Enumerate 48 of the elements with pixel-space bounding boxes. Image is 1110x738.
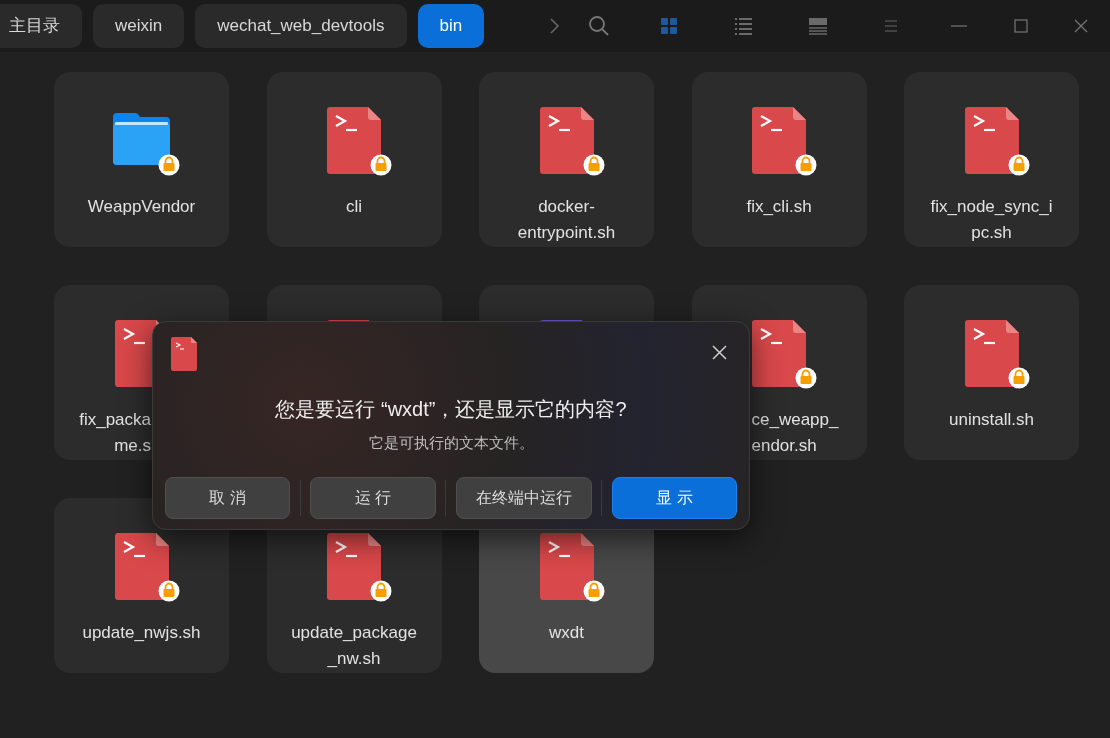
dialog-title: 您是要运行 “wxdt”，还是显示它的内容? [274, 397, 628, 422]
terminal-file-icon [327, 533, 381, 600]
file-name: fix_cli.sh [746, 196, 812, 218]
file-name: ce_weapp_ [751, 409, 840, 431]
dialog-message: 它是可执行的文本文件。 [367, 433, 535, 453]
terminal-file-icon [964, 320, 1019, 387]
file-name: fix_packa [78, 409, 151, 431]
file-name: WeappVendor [87, 196, 196, 218]
breadcrumb-button[interactable]: weixin [93, 4, 185, 48]
list-view-icon[interactable] [734, 16, 753, 36]
maximize-icon[interactable] [1014, 19, 1029, 33]
terminal-file-icon [752, 320, 806, 387]
file-name: update_nwjs.sh [82, 622, 201, 644]
dialog-button[interactable]: 在终端中运行 [455, 477, 592, 519]
breadcrumb-button[interactable]: wechat_web_devtools [195, 4, 407, 48]
search-icon[interactable] [588, 15, 611, 37]
file-tile[interactable]: cli [266, 72, 442, 247]
terminal-file-icon [539, 107, 594, 174]
file-name: wxdt [549, 622, 584, 644]
file-name: endor.sh [751, 435, 818, 457]
grid-view-icon[interactable] [660, 17, 679, 35]
menu-icon[interactable] [884, 19, 899, 33]
file-name: cli [345, 196, 363, 218]
terminal-file-icon [752, 107, 806, 174]
terminal-file-icon [539, 533, 594, 600]
breadcrumb-button[interactable]: 主目录 [0, 4, 82, 48]
file-name: me.s [113, 435, 151, 457]
dialog-button[interactable]: 取 消 [165, 477, 291, 519]
file-name: uninstall.sh [948, 409, 1035, 431]
file-tile[interactable]: fix_node_sync_i pc.sh [904, 72, 1079, 247]
file-tile[interactable]: WeappVendor [54, 72, 229, 247]
file-tile[interactable]: fix_cli.sh [691, 72, 867, 247]
file-name: fix_node_sync_i [930, 196, 1053, 218]
file-tile[interactable]: docker- entrypoint.sh [479, 72, 654, 247]
terminal-file-icon [964, 107, 1019, 174]
dialog-button[interactable]: 显 示 [611, 477, 737, 519]
dialog-button[interactable]: 运 行 [310, 477, 436, 519]
terminal-file-icon [114, 533, 169, 600]
file-name: update_package [291, 622, 417, 644]
file-name: docker- [537, 196, 596, 218]
file-name: pc.sh [970, 222, 1013, 244]
chevron-right-icon[interactable] [548, 17, 561, 35]
file-name: _nw.sh [326, 648, 382, 670]
breadcrumb-button[interactable]: bin [417, 4, 485, 48]
file-tile[interactable]: uninstall.sh [904, 285, 1079, 460]
terminal-file-icon [327, 107, 381, 174]
detail-view-icon[interactable] [808, 16, 829, 36]
file-name: entrypoint.sh [517, 222, 616, 244]
